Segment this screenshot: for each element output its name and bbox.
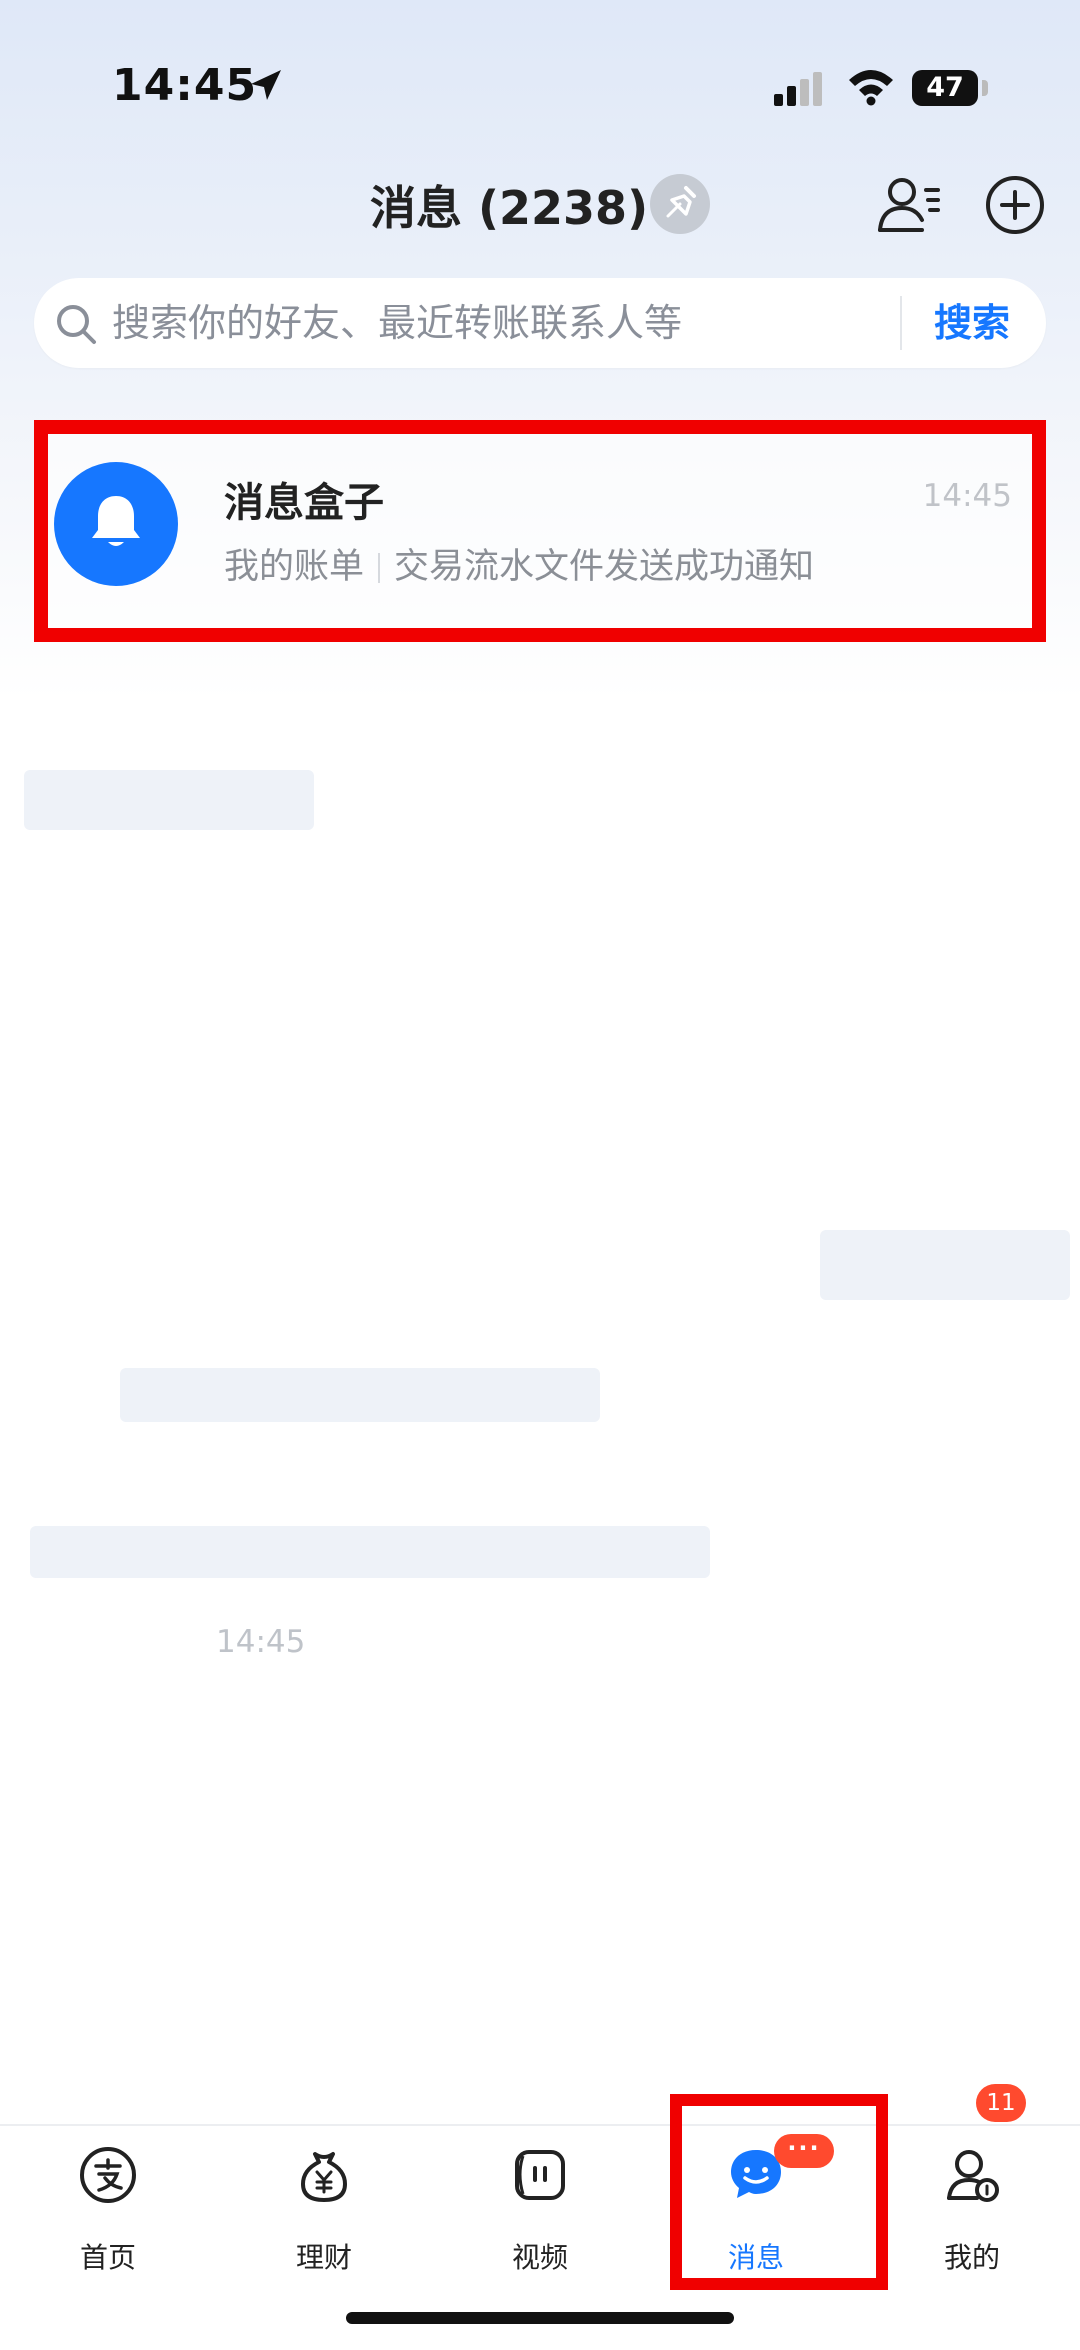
broom-icon[interactable]	[650, 174, 710, 234]
message-preview-text: 交易流水文件发送成功通知	[394, 547, 815, 587]
tab-label: 视频	[511, 2241, 568, 2274]
location-arrow-icon	[251, 70, 281, 100]
messages-badge: ···	[774, 2134, 834, 2168]
broom-glyph	[666, 186, 696, 218]
tab-profile[interactable]: 我的	[864, 2126, 1080, 2306]
search-divider	[900, 296, 902, 350]
floating-time: 14:45	[216, 1624, 306, 1660]
tab-highlight-frame	[670, 2094, 888, 2290]
tab-wealth[interactable]: 理财	[216, 2126, 432, 2306]
status-bar: 14:45 47	[0, 0, 1080, 170]
contacts-icon[interactable]	[876, 172, 942, 238]
wifi-icon	[849, 70, 893, 106]
preview-separator	[378, 553, 381, 583]
background-patch	[820, 1230, 1070, 1300]
profile-badge: 11	[976, 2084, 1026, 2122]
message-time: 14:45	[922, 478, 1012, 514]
avatar	[54, 462, 178, 586]
search-icon	[57, 305, 96, 344]
home-indicator[interactable]	[346, 2312, 734, 2324]
add-icon[interactable]	[984, 174, 1046, 236]
bell-icon	[92, 496, 140, 546]
tab-home[interactable]: 首页	[0, 2126, 216, 2306]
battery-cap	[982, 80, 988, 96]
video-icon	[515, 2150, 565, 2200]
background-patch	[120, 1368, 600, 1422]
page-title: 消息 (2238)	[370, 181, 649, 235]
tab-label: 首页	[79, 2241, 136, 2274]
message-title: 消息盒子	[224, 480, 384, 526]
battery-indicator: 47	[912, 70, 978, 106]
search-bar: 搜索	[34, 278, 1046, 368]
alipay-icon	[80, 2147, 136, 2203]
background-patch	[30, 1526, 710, 1578]
message-preview: 我的账单 交易流水文件发送成功通知	[224, 538, 814, 589]
tab-label: 我的	[943, 2241, 1000, 2274]
search-input[interactable]	[110, 292, 914, 354]
background-patch	[24, 770, 314, 830]
tab-label: 理财	[295, 2241, 352, 2274]
search-button[interactable]: 搜索	[934, 296, 1010, 350]
status-time: 14:45	[112, 60, 258, 111]
wealth-icon	[301, 2152, 347, 2202]
cellular-signal-icon	[774, 72, 822, 106]
list-item-message-box[interactable]: 消息盒子 14:45 我的账单 交易流水文件发送成功通知	[34, 420, 1046, 642]
profile-icon	[947, 2150, 999, 2202]
message-preview-tag: 我的账单	[224, 547, 365, 587]
tab-video[interactable]: 视频	[432, 2126, 648, 2306]
